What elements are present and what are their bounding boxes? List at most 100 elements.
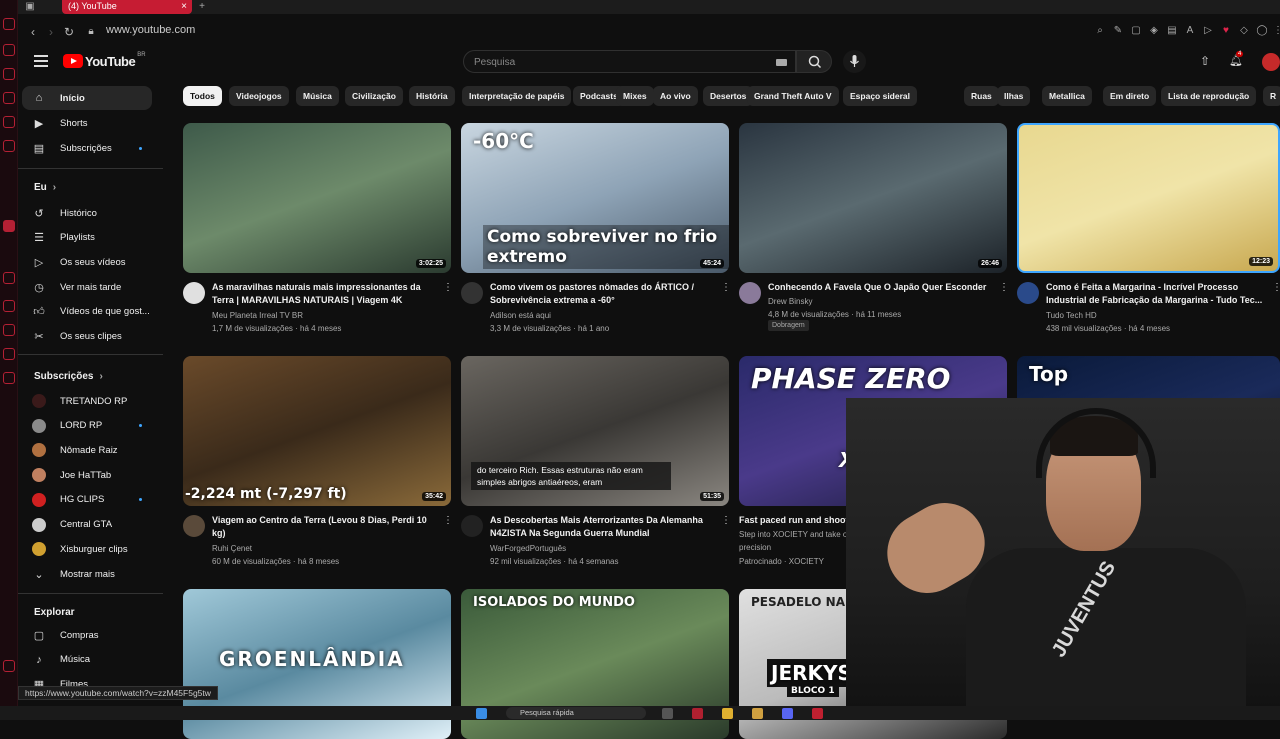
- sidebar-item[interactable]: ♪ Música: [22, 648, 152, 672]
- video-thumbnail[interactable]: 12:23: [1017, 123, 1280, 273]
- show-more-button[interactable]: ⌄ Mostrar mais: [22, 562, 152, 586]
- video-thumbnail[interactable]: -2,224 mt (-7,297 ft) 35:42: [183, 356, 451, 506]
- channel-avatar[interactable]: [739, 282, 761, 304]
- rail-icon[interactable]: [3, 348, 15, 360]
- taskbar-search[interactable]: Pesquisa rápida: [506, 707, 646, 719]
- rail-icon[interactable]: [3, 660, 15, 672]
- more-options-icon[interactable]: ⋮: [1272, 281, 1280, 295]
- taskbar-app-icon[interactable]: [692, 708, 703, 719]
- channel-avatar[interactable]: [461, 282, 483, 304]
- translate-icon[interactable]: A: [1184, 25, 1196, 37]
- chip-11[interactable]: Espaço sideral: [843, 86, 918, 106]
- subscriptions-header[interactable]: Subscrições ›: [34, 371, 103, 382]
- chip-5[interactable]: Interpretação de papéis: [462, 86, 572, 106]
- tab-youtube[interactable]: (4) YouTube: [62, 0, 192, 14]
- channel-name[interactable]: Adilson está aqui: [490, 309, 718, 322]
- folder-icon[interactable]: [722, 708, 733, 719]
- channel-avatar[interactable]: [1017, 282, 1039, 304]
- sidebar-item[interactable]: ▢ Compras: [22, 623, 152, 647]
- keyboard-icon[interactable]: [776, 59, 787, 66]
- extensions-icon[interactable]: ◇: [1238, 25, 1250, 37]
- pin-icon[interactable]: ✎: [1112, 25, 1124, 37]
- rail-icon[interactable]: [3, 116, 15, 128]
- chip-3[interactable]: Civilização: [345, 86, 403, 106]
- chip-15[interactable]: Em direto: [1103, 86, 1157, 106]
- chip-8[interactable]: Ao vivo: [653, 86, 698, 106]
- rail-icon[interactable]: [3, 140, 15, 152]
- voice-search-button[interactable]: [843, 50, 866, 73]
- chip-0[interactable]: Todos: [183, 86, 222, 106]
- video-thumbnail[interactable]: 3:02:25: [183, 123, 451, 273]
- search-box[interactable]: [463, 50, 796, 73]
- video-thumbnail[interactable]: do terceiro Rich. Essas estruturas não e…: [461, 356, 729, 506]
- url-field[interactable]: www.youtube.com: [106, 24, 195, 36]
- sidebar-item[interactable]: ⌂ Início: [22, 86, 152, 110]
- chip-17[interactable]: R: [1263, 86, 1280, 106]
- rail-icon[interactable]: [3, 300, 15, 312]
- back-icon[interactable]: ‹: [26, 25, 40, 39]
- shield-icon[interactable]: ◈: [1148, 25, 1160, 37]
- taskbar-app-icon[interactable]: [752, 708, 763, 719]
- sidebar-item[interactable]: Joe HaTTab: [22, 463, 152, 487]
- you-header[interactable]: Eu ›: [34, 182, 56, 193]
- avatar[interactable]: [1262, 53, 1280, 71]
- play-icon[interactable]: ▷: [1202, 25, 1214, 37]
- rail-icon[interactable]: [3, 44, 15, 56]
- account-icon[interactable]: ◯: [1256, 25, 1268, 37]
- more-options-icon[interactable]: ⋮: [443, 281, 453, 295]
- forward-icon[interactable]: ›: [44, 25, 58, 39]
- chip-12[interactable]: Ruas: [964, 86, 999, 106]
- video-thumbnail[interactable]: -60°C Como sobreviver no frio extremo 45:2…: [461, 123, 729, 273]
- tab-actions-icon[interactable]: ▣: [24, 1, 36, 13]
- sidebar-item[interactable]: ☰ Playlists: [22, 226, 152, 250]
- sidebar-item[interactable]: LORD RP: [22, 414, 152, 438]
- channel-name[interactable]: Drew Binsky: [768, 295, 996, 308]
- discord-icon[interactable]: [782, 708, 793, 719]
- new-tab-icon[interactable]: +: [196, 1, 208, 13]
- windows-start-icon[interactable]: [476, 708, 487, 719]
- reload-icon[interactable]: ↻: [62, 25, 76, 39]
- sidebar-item[interactable]: Nômade Raiz: [22, 438, 152, 462]
- chip-16[interactable]: Lista de reprodução: [1161, 86, 1257, 106]
- sidebar-item[interactable]: Xisburguer clips: [22, 537, 152, 561]
- rail-icon[interactable]: [3, 68, 15, 80]
- sidebar-item[interactable]: Central GTA: [22, 513, 152, 537]
- sidebar-item[interactable]: 👍︎ Vídeos de que gost...: [22, 300, 152, 324]
- reader-icon[interactable]: ▤: [1166, 25, 1178, 37]
- sidebar-item[interactable]: ↺ Histórico: [22, 201, 152, 225]
- taskbar-app-icon[interactable]: [812, 708, 823, 719]
- youtube-logo[interactable]: YouTube BR: [63, 52, 146, 70]
- search-button[interactable]: [796, 50, 832, 73]
- menu-icon[interactable]: ⋮: [1272, 25, 1280, 37]
- rail-icon[interactable]: [3, 272, 15, 284]
- channel-name[interactable]: Tudo Tech HD: [1046, 309, 1269, 322]
- more-options-icon[interactable]: ⋮: [443, 514, 453, 528]
- rail-icon[interactable]: [3, 220, 15, 232]
- channel-name[interactable]: WarForgedPortuguês: [490, 542, 718, 555]
- chip-4[interactable]: História: [409, 86, 455, 106]
- taskbar-app-icon[interactable]: [662, 708, 673, 719]
- zoom-icon[interactable]: ⌕: [1094, 25, 1106, 37]
- sidebar-item[interactable]: HG CLIPS: [22, 488, 152, 512]
- upload-icon[interactable]: ⇧: [1198, 54, 1212, 68]
- sidebar-item[interactable]: ◷ Ver mais tarde: [22, 275, 152, 299]
- rail-icon[interactable]: [3, 372, 15, 384]
- chip-14[interactable]: Metallica: [1042, 86, 1092, 106]
- channel-name[interactable]: Ruhi Çenet: [212, 542, 440, 555]
- tab-icon[interactable]: ▢: [1130, 25, 1142, 37]
- video-title[interactable]: Viagem ao Centro da Terra (Levou 8 Dias,…: [212, 514, 440, 540]
- channel-name[interactable]: Meu Planeta Irreal TV BR: [212, 309, 440, 322]
- chip-9[interactable]: Desertos: [703, 86, 754, 106]
- chip-2[interactable]: Música: [296, 86, 339, 106]
- chip-1[interactable]: Videojogos: [229, 86, 289, 106]
- video-title[interactable]: Como é Feita a Margarina - Incrível Proc…: [1046, 281, 1269, 307]
- sidebar-item[interactable]: ▤ Subscrições: [22, 136, 152, 160]
- video-title[interactable]: As maravilhas naturais mais impressionan…: [212, 281, 440, 307]
- video-title[interactable]: Conhecendo A Favela Que O Japão Quer Esc…: [768, 281, 996, 294]
- channel-avatar[interactable]: [183, 515, 205, 537]
- close-tab-icon[interactable]: ×: [178, 1, 190, 13]
- video-title[interactable]: Como vivem os pastores nômades do ÁRTICO…: [490, 281, 718, 307]
- rail-icon[interactable]: [3, 324, 15, 336]
- search-input[interactable]: [474, 55, 754, 69]
- sidebar-item[interactable]: ▷ Os seus vídeos: [22, 250, 152, 274]
